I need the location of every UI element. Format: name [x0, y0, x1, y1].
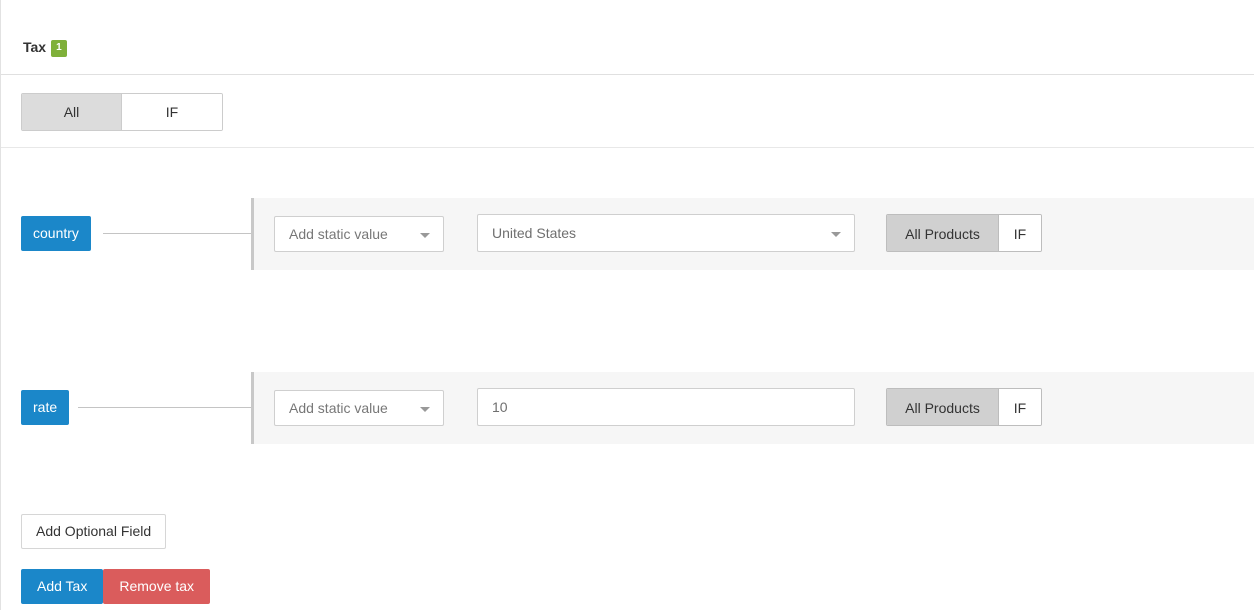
- add-optional-field-button[interactable]: Add Optional Field: [21, 514, 167, 549]
- value-input-rate[interactable]: [477, 388, 855, 426]
- status-badge: 1: [51, 40, 67, 57]
- scope-toggle-if-country[interactable]: IF: [999, 215, 1041, 251]
- mode-toggle-all[interactable]: All: [22, 94, 122, 130]
- scope-toggle-all-products-rate[interactable]: All Products: [887, 389, 999, 425]
- field-connector-line: [78, 407, 253, 408]
- field-tag-country[interactable]: country: [21, 216, 91, 251]
- scope-toggle-all-products-country[interactable]: All Products: [887, 215, 999, 251]
- field-connector-line: [103, 233, 253, 234]
- scope-toggle-group-country: All Products IF: [886, 214, 1042, 252]
- mode-toggle-if[interactable]: IF: [122, 94, 222, 130]
- add-tax-button[interactable]: Add Tax: [21, 569, 104, 604]
- chevron-down-icon: [831, 232, 841, 237]
- panel-header: Tax 1: [1, 0, 1254, 75]
- page-title-text: Tax: [23, 39, 47, 55]
- field-tag-rate[interactable]: rate: [21, 390, 70, 425]
- field-row-panel-rate: Add static value All Products IF: [251, 372, 1254, 444]
- field-row-country: country Add static value United States A…: [1, 198, 1254, 270]
- scope-toggle-if-rate[interactable]: IF: [999, 389, 1041, 425]
- chevron-down-icon: [420, 233, 430, 238]
- source-select-rate[interactable]: Add static value: [274, 390, 444, 426]
- field-row-panel-country: Add static value United States All Produ…: [251, 198, 1254, 270]
- page-title: Tax 1: [23, 38, 67, 57]
- scope-toggle-group-rate: All Products IF: [886, 388, 1042, 426]
- chevron-down-icon: [420, 407, 430, 412]
- value-select-country[interactable]: United States: [477, 214, 855, 252]
- tax-config-panel: Tax 1 All IF country Add static value Uni…: [0, 0, 1254, 610]
- value-select-country-value: United States: [492, 225, 577, 241]
- action-bar: Add Tax Remove tax: [21, 569, 211, 604]
- source-select-country-value: Add static value: [289, 226, 388, 242]
- source-select-country[interactable]: Add static value: [274, 216, 444, 252]
- mode-toggle-bar: All IF: [1, 75, 1254, 148]
- mode-toggle-group: All IF: [21, 93, 223, 131]
- field-row-rate: rate Add static value All Products IF: [1, 372, 1254, 444]
- remove-tax-button[interactable]: Remove tax: [103, 569, 211, 604]
- source-select-rate-value: Add static value: [289, 400, 388, 416]
